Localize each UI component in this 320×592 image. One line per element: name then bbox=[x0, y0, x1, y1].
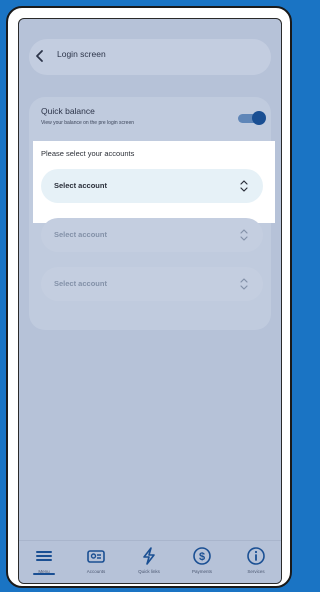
bottom-nav: Menu Accounts Quick links $ Payments Ser… bbox=[19, 540, 281, 583]
dollar-icon: $ bbox=[193, 547, 211, 565]
account-select-prompt: Please select your accounts bbox=[41, 149, 135, 158]
chevron-up-down-icon bbox=[240, 229, 248, 241]
toggle-knob bbox=[252, 111, 266, 125]
nav-label: Quick links bbox=[138, 569, 160, 574]
chevron-up-down-icon bbox=[240, 278, 248, 290]
account-select-3[interactable]: Select account bbox=[41, 267, 263, 301]
info-icon bbox=[247, 547, 265, 565]
app-screen: Login screen Quick balance View your bal… bbox=[18, 18, 282, 584]
account-select-label: Select account bbox=[54, 181, 107, 190]
quick-balance-subtitle: View your balance on the pre login scree… bbox=[41, 120, 135, 126]
chevron-up-down-icon bbox=[240, 180, 248, 192]
lightning-icon bbox=[143, 547, 155, 565]
nav-label: Payments bbox=[191, 569, 212, 574]
account-select-label: Select account bbox=[54, 279, 107, 288]
device-frame: Login screen Quick balance View your bal… bbox=[6, 6, 292, 588]
nav-item-menu[interactable]: Menu bbox=[19, 545, 69, 575]
svg-text:$: $ bbox=[199, 551, 205, 563]
accounts-icon bbox=[87, 550, 105, 563]
menu-icon bbox=[36, 551, 52, 561]
nav-label: Services bbox=[247, 569, 265, 574]
nav-item-services[interactable]: Services bbox=[231, 545, 281, 574]
account-select-label: Select account bbox=[54, 230, 107, 239]
page-title: Login screen bbox=[57, 49, 106, 59]
nav-item-accounts[interactable]: Accounts bbox=[71, 545, 121, 574]
nav-label: Accounts bbox=[86, 569, 106, 574]
quick-balance-toggle[interactable] bbox=[238, 111, 266, 125]
active-indicator bbox=[33, 573, 55, 575]
chevron-left-icon[interactable] bbox=[33, 49, 47, 63]
quick-balance-title: Quick balance bbox=[41, 106, 95, 116]
nav-item-quick-links[interactable]: Quick links bbox=[124, 545, 174, 574]
nav-item-payments[interactable]: $ Payments bbox=[177, 545, 227, 574]
account-select-1[interactable]: Select account bbox=[41, 169, 263, 203]
account-select-2[interactable]: Select account bbox=[41, 218, 263, 252]
